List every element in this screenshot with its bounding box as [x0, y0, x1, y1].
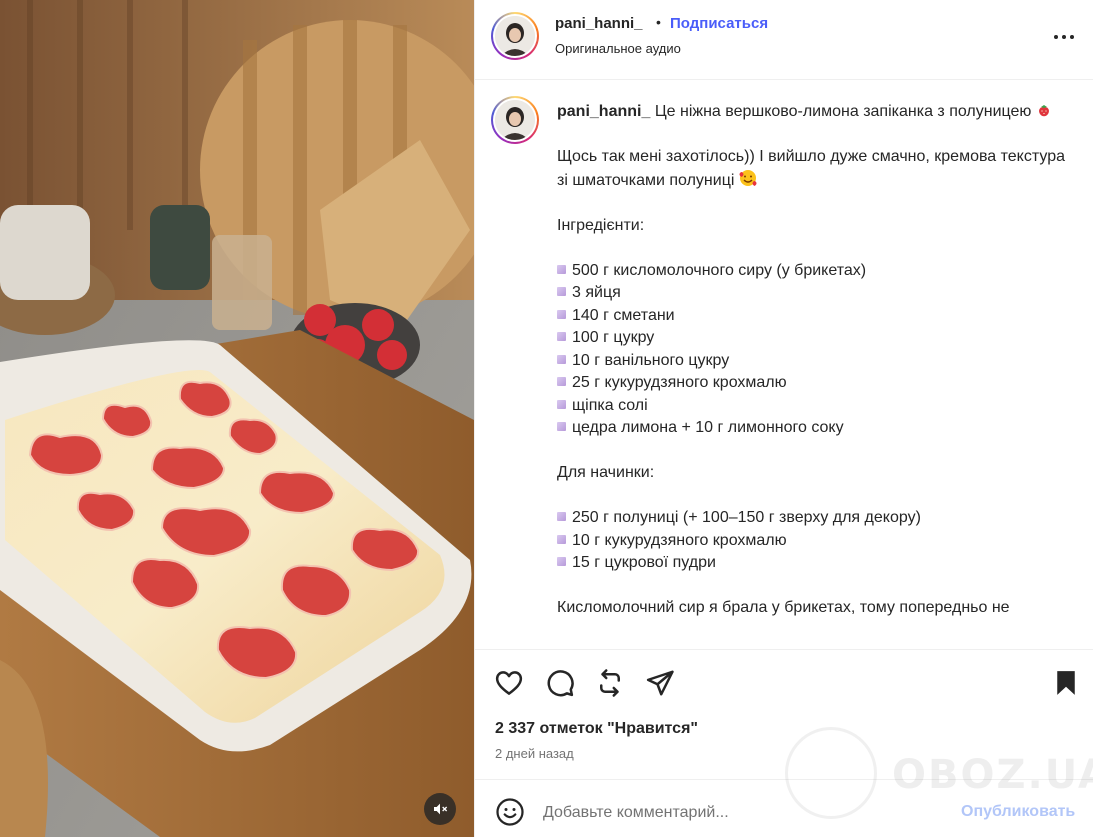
bullet-icon [557, 287, 566, 296]
filling-list: 250 г полуниці (+ 100–150 г зверху для д… [557, 507, 1067, 575]
list-item: 15 г цукрової пудри [557, 552, 1067, 575]
caption-scroll-area[interactable]: pani_hanni_ Це ніжна вершково-лимона зап… [475, 81, 1093, 649]
heart-icon[interactable] [494, 668, 524, 698]
bullet-icon [557, 309, 566, 319]
speech-bubble-icon[interactable] [545, 668, 575, 698]
post-details-panel: pani_hanni_ • Подписаться Оригинальное а… [474, 0, 1093, 837]
bullet-icon [557, 332, 566, 341]
more-dot [1062, 35, 1066, 39]
list-item: 500 г кисломолочного сиру (у брикетах) [557, 260, 1067, 283]
bullet-icon [557, 399, 566, 409]
caption-line2: Щось так мені захотілось)) І вийшло дуже… [557, 146, 1067, 192]
more-dot [1070, 35, 1074, 39]
post-actions: 2 337 отметок "Нравится" 2 дней назад [475, 649, 1093, 779]
post-media[interactable] [0, 0, 474, 837]
strawberry-icon [1038, 105, 1049, 117]
more-dots-icon [1054, 35, 1058, 39]
bullet-icon [557, 512, 566, 521]
post-timestamp[interactable]: 2 дней назад [495, 746, 574, 761]
bullet-icon [557, 422, 566, 431]
list-item: цедра лимона + 10 г лимонного соку [557, 417, 1067, 440]
more-options-button[interactable] [1049, 25, 1079, 49]
ingredients-title: Інгредієнти: [557, 216, 645, 234]
caption-username[interactable]: pani_hanni_ [557, 103, 650, 120]
smiling-face-with-hearts-icon [739, 169, 757, 186]
caption-intro-text: Це ніжна вершково-лимона запіканка з пол… [654, 103, 1032, 120]
paper-plane-icon[interactable] [645, 668, 675, 698]
author-username[interactable]: pani_hanni_ [555, 15, 643, 32]
list-item-text: 25 г кукурудзяного крохмалю [572, 374, 787, 391]
post-caption: pani_hanni_ Це ніжна вершково-лимона зап… [557, 101, 1067, 620]
bullet-icon [557, 557, 566, 566]
list-item: 10 г ванільного цукру [557, 350, 1067, 373]
bookmark-icon[interactable] [1051, 668, 1081, 698]
post-header: pani_hanni_ • Подписаться Оригинальное а… [475, 0, 1093, 80]
caption-tail: Кисломолочний сир я брала у брикетах, то… [557, 599, 1010, 616]
caption-intro: pani_hanni_ Це ніжна вершково-лимона зап… [557, 101, 1067, 124]
audio-link[interactable]: Оригинальное аудио [555, 41, 681, 56]
publish-button[interactable]: Опубликовать [961, 803, 1075, 821]
bullet-icon [557, 264, 566, 274]
list-item: 10 г кукурудзяного крохмалю [557, 530, 1067, 553]
list-item: 3 яйця [557, 282, 1067, 305]
list-item-text: щіпка солі [572, 396, 648, 414]
list-item-text: 140 г сметани [572, 306, 675, 324]
follow-button[interactable]: Подписаться [670, 15, 768, 32]
list-item-text: 3 яйця [572, 284, 621, 301]
mute-button[interactable] [424, 793, 456, 825]
list-item-text: 100 г цукру [572, 329, 655, 346]
filling-title: Для начинки: [557, 464, 655, 481]
list-item: щіпка солі [557, 395, 1067, 418]
list-item-text: 250 г полуниці (+ 100–150 г зверху для д… [572, 509, 921, 526]
comment-bar: Опубликовать [475, 779, 1093, 837]
bullet-icon [557, 354, 566, 364]
bullet-icon [557, 377, 566, 386]
list-item: 25 г кукурудзяного крохмалю [557, 372, 1067, 395]
author-avatar[interactable] [491, 12, 539, 60]
muted-speaker-icon [434, 803, 448, 815]
likes-count[interactable]: 2 337 отметок "Нравится" [495, 720, 698, 738]
bullet-icon [557, 534, 566, 544]
separator-dot: • [656, 14, 661, 30]
list-item-text: цедра лимона + 10 г лимонного соку [572, 419, 844, 436]
ingredients-list: 500 г кисломолочного сиру (у брикетах) 3 … [557, 260, 1067, 440]
list-item: 250 г полуниці (+ 100–150 г зверху для д… [557, 507, 1067, 530]
comment-input[interactable] [543, 801, 943, 825]
casserole-photo [0, 0, 474, 837]
list-item-text: 500 г кисломолочного сиру (у брикетах) [572, 261, 867, 279]
list-item-text: 10 г ванільного цукру [572, 351, 730, 369]
list-item-text: 10 г кукурудзяного крохмалю [572, 531, 787, 549]
caption-author-avatar[interactable] [491, 96, 539, 144]
list-item: 140 г сметани [557, 305, 1067, 328]
list-item-text: 15 г цукрової пудри [572, 554, 716, 571]
smiley-icon[interactable] [495, 797, 525, 827]
caption-line2-text: Щось так мені захотілось)) І вийшло дуже… [557, 148, 1065, 189]
list-item: 100 г цукру [557, 327, 1067, 350]
repost-icon[interactable] [595, 668, 625, 698]
